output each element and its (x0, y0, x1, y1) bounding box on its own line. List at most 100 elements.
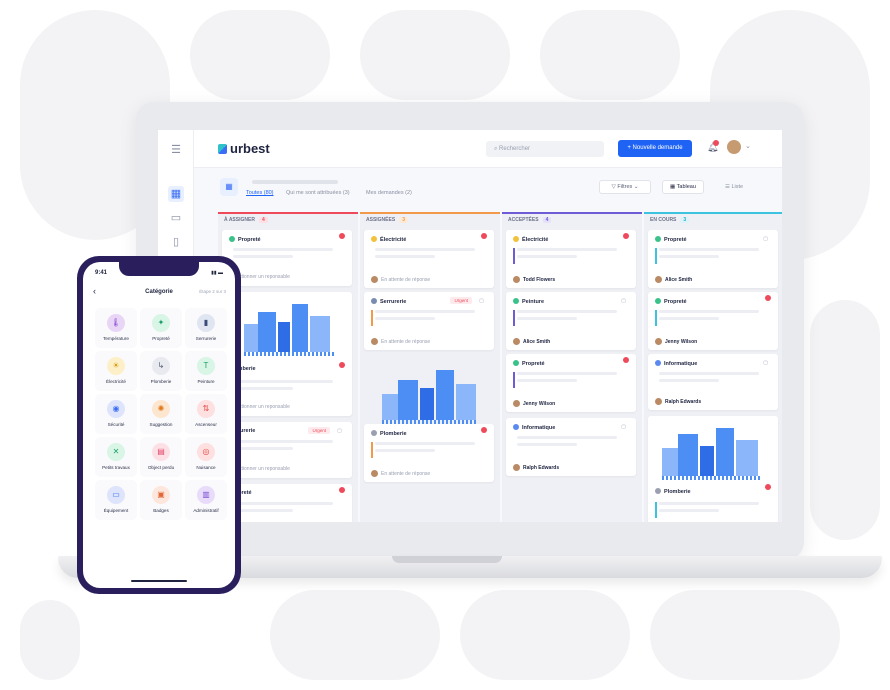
category-tile[interactable]: ◎ Nuisance (185, 437, 227, 477)
category-tile[interactable]: ⇅ Ascenseur (185, 394, 227, 434)
category-label: Object perdu (147, 465, 175, 470)
background-shape (190, 10, 330, 100)
comment-icon[interactable]: ▢ (621, 298, 626, 304)
card-title: Serrurerie (371, 298, 406, 305)
search-input[interactable]: ⌕ Rechercher (486, 141, 604, 157)
view-list-button[interactable]: ☰ Liste (718, 180, 750, 194)
category-tile[interactable]: ▤ Object perdu (140, 437, 182, 477)
background-shape (810, 300, 880, 540)
tab-assigned-to-me[interactable]: Qui me sont attribuées (3) (286, 190, 350, 196)
column-count: 4 (258, 217, 268, 223)
category-tile[interactable]: ▣ Badges (140, 480, 182, 520)
home-indicator (131, 580, 187, 582)
menu-icon[interactable]: ☰ (168, 142, 184, 158)
card-title-text: Plomberie (380, 431, 407, 437)
column-header: EN COURS 3 (644, 212, 782, 226)
text-placeholder (659, 310, 759, 313)
alert-badge (339, 362, 345, 368)
comment-icon[interactable]: ▢ (763, 360, 768, 366)
trash-icon[interactable]: ▯ (168, 234, 184, 250)
city-illustration (244, 300, 334, 356)
category-tile[interactable]: ◉ Sécurité (95, 394, 137, 434)
category-icon (655, 488, 661, 494)
text-placeholder (517, 310, 617, 313)
assignee-name: Alice Smith (523, 339, 551, 345)
top-bar: urbest ⌕ Rechercher + Nouvelle demande 🔔… (194, 130, 782, 168)
request-card[interactable]: Propreté Jenny Wilson (648, 292, 778, 350)
category-tile[interactable]: ▭ Équipement (95, 480, 137, 520)
comment-icon[interactable]: ▢ (763, 236, 768, 242)
card-title-text: Plomberie (664, 489, 691, 495)
category-label: Sécurité (107, 422, 125, 427)
category-icon (371, 298, 377, 304)
card-footer-text: En attente de réponse (381, 339, 431, 345)
column-count: 3 (399, 217, 408, 223)
sparkle-icon: ✦ (152, 314, 170, 332)
board-icon[interactable]: ▦ (168, 186, 184, 202)
assignee-name: Ralph Edwards (665, 399, 702, 405)
tab-my-requests[interactable]: Mes demandes (2) (366, 190, 412, 196)
thermometer-icon: 🌡︎ (107, 314, 125, 332)
alert-badge (339, 487, 345, 493)
request-card[interactable]: Propreté (222, 484, 352, 522)
category-tile[interactable]: ✕ Petits travaux (95, 437, 137, 477)
text-placeholder (659, 317, 719, 320)
app-logo[interactable]: urbest (218, 141, 270, 156)
category-tile[interactable]: 🌡︎ Température (95, 308, 137, 348)
category-icon (655, 298, 661, 304)
category-label: Température (103, 336, 129, 341)
status-time: 9:41 (95, 270, 108, 276)
new-request-button[interactable]: + Nouvelle demande (618, 140, 692, 157)
request-card[interactable]: Plomberie En attente de réponse (364, 424, 494, 482)
category-icon (513, 236, 519, 242)
text-placeholder (375, 449, 435, 452)
request-card[interactable]: Serrurerie Urgent ▢ En attente de répons… (364, 292, 494, 350)
request-card[interactable]: Propreté ▢ Alice Smith (648, 230, 778, 288)
view-board-button[interactable]: ▦ Tableau (662, 180, 704, 194)
request-card[interactable]: Plomberie Selectionner un reponsable (222, 292, 352, 416)
card-footer: Jenny Wilson (513, 400, 555, 407)
comment-icon[interactable]: ▢ (621, 424, 626, 430)
card-footer: Todd Flowers (513, 276, 555, 283)
avatar (513, 400, 520, 407)
column-in-progress: EN COURS 3 Propreté ▢ Alice Smith Propret… (644, 212, 782, 522)
comment-icon[interactable]: ▢ (479, 298, 484, 304)
category-icon (513, 360, 519, 366)
card-title: Électricité (513, 236, 548, 243)
alert-badge (339, 233, 345, 239)
avatar[interactable] (727, 140, 741, 154)
request-card[interactable]: Serrurerie Urgent ▢ Selectionner un repo… (222, 422, 352, 478)
comment-icon[interactable]: ▢ (337, 428, 342, 434)
request-card[interactable]: Informatique ▢ Ralph Edwards (506, 418, 636, 476)
category-tile[interactable]: ✦ Propreté (140, 308, 182, 348)
request-card[interactable]: Électricité Todd Flowers (506, 230, 636, 288)
request-card[interactable]: Propreté Selectionner un reponsable (222, 230, 352, 286)
chevron-down-icon[interactable]: ⌄ (745, 142, 751, 150)
text-placeholder (517, 248, 617, 251)
category-label: Serrurerie (195, 336, 217, 341)
monitor-icon: ▭ (107, 486, 125, 504)
category-tile[interactable]: ✺ Suggestion (140, 394, 182, 434)
request-card[interactable]: Informatique ▢ Ralph Edwards (648, 354, 778, 410)
request-card[interactable]: Peinture ▢ Alice Smith (506, 292, 636, 350)
category-tile[interactable]: ▮ Serrurerie (185, 308, 227, 348)
request-card[interactable]: Plomberie (648, 416, 778, 522)
request-card[interactable]: Électricité En attente de réponse (364, 230, 494, 288)
archive-icon[interactable]: ▭ (168, 210, 184, 226)
category-tile[interactable]: ↳ Plomberie (140, 351, 182, 391)
category-tile[interactable]: ☀ Électricité (95, 351, 137, 391)
text-placeholder (375, 310, 475, 313)
category-tile[interactable]: ▥ Administratif (185, 480, 227, 520)
alert-badge (765, 295, 771, 301)
request-card[interactable]: Propreté Jenny Wilson (506, 354, 636, 412)
card-title: Informatique (513, 424, 555, 431)
card-title-text: Informatique (664, 361, 698, 367)
category-label: Plomberie (150, 379, 172, 384)
city-illustration (662, 424, 762, 480)
filters-button[interactable]: ▽ Filtres ⌄ (599, 180, 651, 194)
category-label: Électricité (106, 379, 126, 384)
page-title-placeholder (252, 180, 338, 184)
tab-all[interactable]: Toutes (80) (246, 190, 274, 196)
category-tile[interactable]: T Peinture (185, 351, 227, 391)
category-icon (655, 236, 661, 242)
